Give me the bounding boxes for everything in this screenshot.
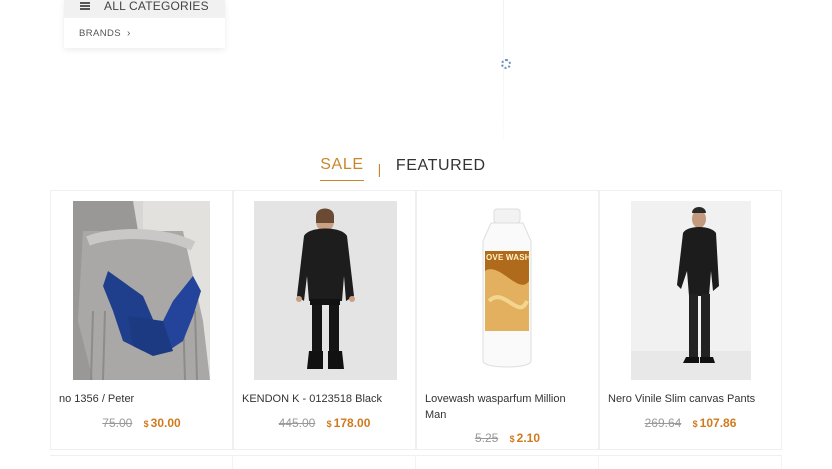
tab-sale[interactable]: SALE [320,156,364,181]
vertical-divider [503,0,504,140]
old-price: 75.00 [102,416,133,430]
all-categories-label: ALL CATEGORIES [104,0,209,13]
old-price: 5.25 [474,431,499,445]
product-title[interactable]: KENDON K - 0123518 Black [242,391,407,407]
product-price: 269.64 $107.86 [600,416,781,430]
menu-icon [80,2,90,10]
sale-price: $30.00 [143,416,181,430]
product-tabs: SALE | FEATURED [0,156,832,181]
product-image[interactable] [254,201,397,380]
categories-menu: ALL CATEGORIES BRANDS › [64,0,225,48]
bottle-label-text: OVE WASH [486,253,531,262]
sale-price: $178.00 [326,416,371,430]
product-title[interactable]: Nero Vinile Slim canvas Pants [608,391,773,407]
old-price: 445.00 [278,416,316,430]
product-title[interactable]: no 1356 / Peter [59,391,224,407]
product-card[interactable]: KENDON K - 0123518 Black 445.00 $178.00 [233,190,416,450]
product-image[interactable] [73,201,210,380]
product-card[interactable]: no 1356 / Peter 75.00 $30.00 [50,190,233,450]
product-image[interactable]: OVE WASH [439,201,576,380]
old-price: 269.64 [644,416,682,430]
loading-spinner-icon [501,59,511,69]
brands-menu-item[interactable]: BRANDS › [64,18,225,48]
product-price: 75.00 $30.00 [51,416,232,430]
product-price: 5.25 $2.10 [417,431,598,445]
tab-separator: | [377,160,382,177]
all-categories-button[interactable]: ALL CATEGORIES [64,0,225,18]
product-price: 445.00 $178.00 [234,416,415,430]
product-card[interactable]: Nero Vinile Slim canvas Pants 269.64 $10… [599,190,782,450]
product-grid: no 1356 / Peter 75.00 $30.00 KENDON K - … [50,190,782,468]
product-card[interactable]: OVE WASH Lovewash wasparfum Million Man … [416,190,599,450]
tab-featured[interactable]: FEATURED [396,157,486,181]
product-image[interactable] [631,201,751,380]
chevron-right-icon: › [127,27,131,39]
brands-label: BRANDS [79,27,121,39]
product-title[interactable]: Lovewash wasparfum Million Man [425,391,590,423]
next-row-preview [50,455,782,469]
sale-price: $2.10 [509,431,541,445]
sale-price: $107.86 [692,416,737,430]
